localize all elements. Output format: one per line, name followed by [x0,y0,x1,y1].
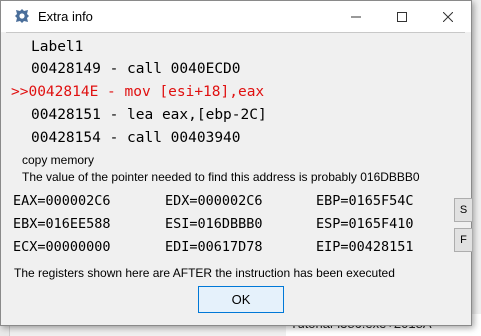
register-esi: ESI=016DBBB0 [165,216,263,232]
register-ebx: EBX=016EE588 [13,216,111,232]
extra-info-dialog: Extra info Label1 00428149 - call 0040EC… [0,0,473,326]
minimize-icon [351,9,361,25]
register-ecx: ECX=00000000 [13,239,111,255]
register-esp: ESP=0165F410 [316,216,414,232]
copy-memory-label: copy memory [22,153,95,167]
ok-button[interactable]: OK [198,286,284,313]
disassembly-panel: Label1 00428149 - call 0040ECD0 >>004281… [6,32,465,149]
disassembly-line-current: >>0042814E - mov [esi+18],eax [11,84,265,100]
maximize-icon [397,9,407,25]
disassembly-label: Label1 [31,39,84,55]
registers-note: The registers shown here are AFTER the i… [14,266,395,280]
fpu-button[interactable]: F [454,228,473,252]
title-bar[interactable]: Extra info [1,1,471,32]
minimize-button[interactable] [333,1,379,32]
disassembly-line: 00428149 - call 0040ECD0 [31,61,241,77]
maximize-button[interactable] [379,1,425,32]
close-icon [442,9,454,25]
window-title: Extra info [38,9,93,24]
disassembly-line: 00428151 - lea eax,[ebp-2C] [31,107,267,123]
register-eax: EAX=000002C6 [13,193,111,209]
register-edi: EDI=00617D78 [165,239,263,255]
cheat-engine-icon [14,8,30,24]
close-button[interactable] [425,1,471,32]
pointer-hint-text: The value of the pointer needed to find … [22,170,420,184]
register-edx: EDX=000002C6 [165,193,263,209]
register-eip: EIP=00428151 [316,239,414,255]
stack-button[interactable]: S [454,198,473,222]
register-ebp: EBP=0165F54C [316,193,414,209]
disassembly-line: 00428154 - call 00403940 [31,130,241,146]
